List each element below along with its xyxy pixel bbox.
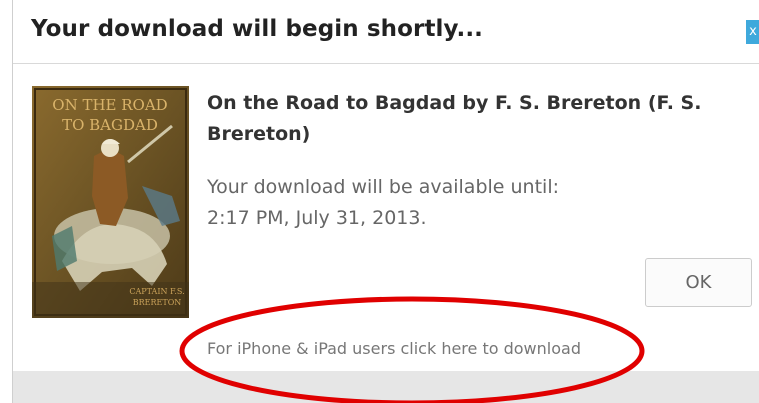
availability-line2: 2:17 PM, July 31, 2013. [207, 207, 427, 229]
iphone-ipad-download-link[interactable]: For iPhone & iPad users click here to do… [207, 339, 581, 358]
availability-message: Your download will be available until: 2… [207, 172, 707, 234]
cover-author-line1: CAPTAIN F.S. [129, 287, 184, 296]
book-title-line1: On the Road to Bagdad by F. S. Brereton … [207, 92, 702, 114]
cover-title-line2: TO BAGDAD [62, 116, 158, 134]
book-cover-art: ON THE ROAD TO BAGDAD CAPTAIN F.S. BRERE… [32, 86, 189, 318]
dialog-header: Your download will begin shortly... x [13, 0, 759, 64]
page: Your download will begin shortly... x ON… [0, 0, 759, 403]
dialog-title: Your download will begin shortly... [31, 16, 484, 42]
cover-author-line2: BRERETON [133, 298, 182, 307]
availability-line1: Your download will be available until: [207, 176, 560, 198]
ok-button[interactable]: OK [645, 258, 752, 307]
book-title-line2: Brereton) [207, 123, 311, 145]
cover-title-line1: ON THE ROAD [52, 96, 167, 114]
book-cover-image: ON THE ROAD TO BAGDAD CAPTAIN F.S. BRERE… [32, 86, 189, 318]
dialog-footer [13, 371, 759, 403]
download-dialog: Your download will begin shortly... x ON… [12, 0, 759, 403]
close-button[interactable]: x [746, 20, 759, 44]
background-edge [0, 0, 12, 403]
book-title: On the Road to Bagdad by F. S. Brereton … [207, 88, 727, 150]
close-icon: x [749, 24, 757, 39]
